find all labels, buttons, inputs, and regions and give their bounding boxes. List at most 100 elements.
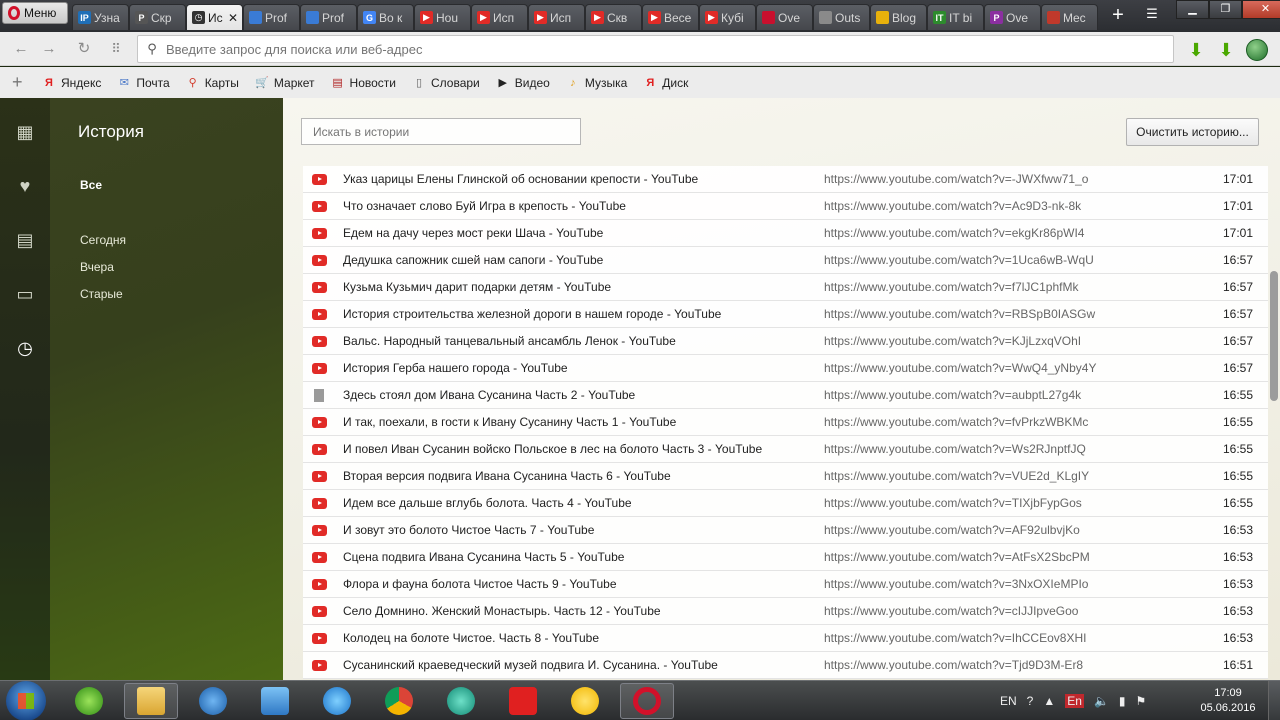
nav-item-today[interactable]: Сегодня [80, 233, 126, 247]
history-row[interactable]: Сусанинский краеведческий музей подвига … [303, 652, 1268, 679]
history-title[interactable]: Дедушка сапожник сшей нам сапоги - YouTu… [343, 253, 603, 267]
start-button[interactable] [6, 681, 46, 720]
tab-2[interactable]: ◷ Ис ✕ [186, 4, 243, 30]
history-row[interactable]: Сцена подвига Ивана Сусанина Часть 5 - Y… [303, 544, 1268, 571]
bookmark-4[interactable]: ▤ Новости [331, 76, 396, 90]
taskbar-explorer[interactable] [124, 683, 178, 719]
bookmark-3[interactable]: 🛒 Маркет [255, 76, 315, 90]
history-search-input[interactable] [301, 118, 581, 145]
history-title[interactable]: Сусанинский краеведческий музей подвига … [343, 658, 718, 672]
history-row[interactable]: Кузьма Кузьмич дарит подарки детям - You… [303, 274, 1268, 301]
taskbar-yandex-browser[interactable] [558, 683, 612, 719]
network-icon[interactable]: ▮ [1119, 694, 1126, 708]
history-title[interactable]: Едем на дачу через мост реки Шача - YouT… [343, 226, 603, 240]
history-title[interactable]: История Герба нашего города - YouTube [343, 361, 568, 375]
download-arrow-icon[interactable]: ⬇ [1185, 39, 1207, 61]
tab-13[interactable]: Outs [813, 4, 870, 30]
tab-12[interactable]: Ove [756, 4, 813, 30]
taskbar-speaker-app[interactable] [248, 683, 302, 719]
history-title[interactable]: Идем все дальше вглубь болота. Часть 4 -… [343, 496, 632, 510]
history-row[interactable]: Здесь стоял дом Ивана Сусанина Часть 2 -… [303, 382, 1268, 409]
nav-item-yesterday[interactable]: Вчера [80, 260, 114, 274]
reload-icon[interactable]: ↻ [73, 39, 95, 59]
volume-icon[interactable]: 🔈 [1094, 694, 1109, 708]
history-title[interactable]: Вторая версия подвига Ивана Сусанина Час… [343, 469, 671, 483]
tab-16[interactable]: P Ove [984, 4, 1041, 30]
bookmark-5[interactable]: ▯ Словари [412, 76, 480, 90]
taskbar-icq[interactable] [62, 683, 116, 719]
bookmark-0[interactable]: Я Яндекс [42, 76, 101, 90]
address-bar[interactable]: ⚲ [137, 35, 1174, 63]
tab-menu-icon[interactable]: ☰ [1140, 6, 1164, 26]
download-arrow-icon-2[interactable]: ⬇ [1215, 39, 1237, 61]
nav-item-all[interactable]: Все [80, 178, 102, 192]
scrollbar[interactable] [1268, 166, 1280, 680]
taskbar-mail-agent[interactable] [186, 683, 240, 719]
new-tab-button[interactable]: + [1106, 5, 1130, 27]
tab-5[interactable]: G Во к [357, 4, 414, 30]
history-row[interactable]: Село Домнино. Женский Монастырь. Часть 1… [303, 598, 1268, 625]
speed-dial-grid-icon[interactable]: ⠿ [105, 39, 127, 59]
history-row[interactable]: И повел Иван Сусанин войско Польское в л… [303, 436, 1268, 463]
restore-button[interactable]: ❐ [1209, 0, 1242, 19]
history-row[interactable]: Вальс. Народный танцевальный ансамбль Ле… [303, 328, 1268, 355]
back-arrow-icon[interactable]: ← [10, 39, 32, 59]
add-bookmark-icon[interactable]: + [12, 72, 42, 93]
action-center-flag-icon[interactable]: ⚑ [1136, 694, 1147, 708]
tab-11[interactable]: ▶ Кубі [699, 4, 756, 30]
tab-3[interactable]: Prof [243, 4, 300, 30]
history-row[interactable]: История строительства железной дороги в … [303, 301, 1268, 328]
history-row[interactable]: И зовут это болото Чистое Часть 7 - YouT… [303, 517, 1268, 544]
vpn-globe-icon[interactable] [1246, 39, 1268, 61]
history-clock-icon[interactable]: ◷ [13, 338, 37, 358]
history-row[interactable]: Едем на дачу через мост реки Шача - YouT… [303, 220, 1268, 247]
clear-history-button[interactable]: Очистить историю... [1126, 118, 1259, 146]
tray-expand-icon[interactable]: ▲ [1043, 694, 1055, 708]
history-title[interactable]: Колодец на болоте Чистое. Часть 8 - YouT… [343, 631, 599, 645]
history-row[interactable]: Вторая версия подвига Ивана Сусанина Час… [303, 463, 1268, 490]
history-title[interactable]: Флора и фауна болота Чистое Часть 9 - Yo… [343, 577, 617, 591]
nav-item-older[interactable]: Старые [80, 287, 123, 301]
history-title[interactable]: Сцена подвига Ивана Сусанина Часть 5 - Y… [343, 550, 624, 564]
close-window-button[interactable]: ✕ [1242, 0, 1280, 19]
history-title[interactable]: И повел Иван Сусанин войско Польское в л… [343, 442, 762, 456]
show-desktop-button[interactable] [1268, 681, 1280, 720]
forward-arrow-icon[interactable]: → [38, 39, 60, 59]
tab-0[interactable]: IP Узна [72, 4, 129, 30]
history-title[interactable]: Указ царицы Елены Глинской об основании … [343, 172, 698, 186]
help-icon[interactable]: ? [1027, 694, 1034, 708]
taskbar-torrent[interactable] [434, 683, 488, 719]
history-title[interactable]: История строительства железной дороги в … [343, 307, 721, 321]
history-row[interactable]: Идем все дальше вглубь болота. Часть 4 -… [303, 490, 1268, 517]
bookmark-7[interactable]: ♪ Музыка [566, 76, 627, 90]
bookmark-1[interactable]: ✉ Почта [117, 76, 170, 90]
history-title[interactable]: И зовут это болото Чистое Часть 7 - YouT… [343, 523, 594, 537]
history-title[interactable]: Кузьма Кузьмич дарит подарки детям - You… [343, 280, 611, 294]
opera-menu-button[interactable]: Меню [2, 2, 68, 24]
history-row[interactable]: И так, поехали, в гости к Ивану Сусанину… [303, 409, 1268, 436]
history-title[interactable]: Вальс. Народный танцевальный ансамбль Ле… [343, 334, 676, 348]
history-row[interactable]: Что означает слово Буй Игра в крепость -… [303, 193, 1268, 220]
bookmark-2[interactable]: ⚲ Карты [186, 76, 239, 90]
tab-17[interactable]: Mec [1041, 4, 1098, 30]
history-title[interactable]: Здесь стоял дом Ивана Сусанина Часть 2 -… [343, 388, 635, 402]
taskbar-yandex[interactable] [496, 683, 550, 719]
history-title[interactable]: И так, поехали, в гости к Ивану Сусанину… [343, 415, 676, 429]
tray-language-badge[interactable]: En [1065, 694, 1084, 708]
history-row[interactable]: Дедушка сапожник сшей нам сапоги - YouTu… [303, 247, 1268, 274]
minimize-button[interactable]: ▁ [1176, 0, 1209, 19]
tab-6[interactable]: ▶ Hou [414, 4, 471, 30]
tab-15[interactable]: IT IT bi [927, 4, 984, 30]
language-indicator[interactable]: EN [1000, 694, 1017, 708]
clock[interactable]: 17:09 05.06.2016 [1196, 686, 1260, 716]
history-row[interactable]: Указ царицы Елены Глинской об основании … [303, 166, 1268, 193]
tab-1[interactable]: P Скр [129, 4, 186, 30]
tab-8[interactable]: ▶ Исп [528, 4, 585, 30]
bookmark-6[interactable]: ▶ Видео [496, 76, 550, 90]
heart-icon[interactable]: ♥ [13, 176, 37, 196]
tab-9[interactable]: ▶ Скв [585, 4, 642, 30]
scrollbar-thumb[interactable] [1270, 271, 1278, 401]
history-row[interactable]: Колодец на болоте Чистое. Часть 8 - YouT… [303, 625, 1268, 652]
speed-dial-icon[interactable]: ▦ [13, 122, 37, 142]
history-row[interactable]: Флора и фауна болота Чистое Часть 9 - Yo… [303, 571, 1268, 598]
